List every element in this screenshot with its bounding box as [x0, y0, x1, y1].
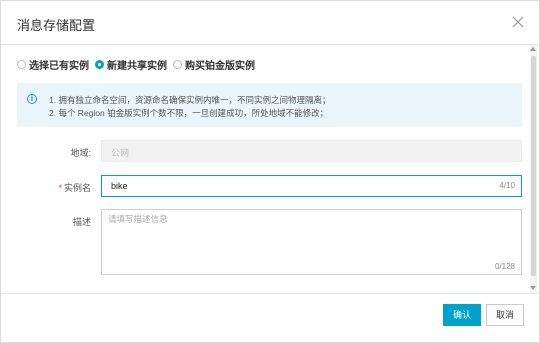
close-icon[interactable]	[511, 15, 525, 29]
radio-buy-platinum-instance[interactable]: 购买铂金版实例	[173, 57, 255, 72]
instance-name-label-text: 实例名	[63, 183, 91, 193]
dialog-title: 消息存储配置	[17, 18, 96, 33]
dialog-header: 消息存储配置	[1, 1, 539, 45]
instance-name-counter: 4/10	[499, 181, 515, 190]
radio-button[interactable]	[17, 59, 26, 69]
radio-button-checked[interactable]	[95, 59, 104, 69]
radio-existing-instance[interactable]: 选择已有实例	[17, 57, 89, 72]
instance-name-input[interactable]: bike 4/10	[101, 175, 522, 197]
info-icon: i	[27, 94, 37, 104]
description-placeholder: 请填写描述信息	[108, 214, 168, 224]
instance-type-radio-group: 选择已有实例 新建共享实例 购买铂金版实例	[17, 56, 261, 72]
message-storage-dialog: 消息存储配置 选择已有实例 新建共享实例 购买铂金版实例 i 1. 拥有独立命名…	[0, 0, 540, 343]
scroll-down-icon[interactable]	[530, 286, 536, 290]
description-label: 描述	[72, 217, 91, 227]
radio-button[interactable]	[173, 59, 182, 69]
radio-label: 新建共享实例	[107, 60, 167, 72]
region-field: 公网	[101, 140, 522, 162]
scrollbar-thumb[interactable]	[531, 56, 536, 276]
notice-line-2: 2. 每个 Region 铂金版实例个数不限，一旦创建成功，所处地域不能修改；	[49, 108, 329, 118]
confirm-button[interactable]: 确认	[443, 304, 481, 326]
radio-new-shared-instance[interactable]: 新建共享实例	[95, 57, 167, 72]
description-counter: 0/128	[494, 262, 515, 271]
scroll-up-icon[interactable]	[530, 47, 536, 51]
required-mark: *	[58, 183, 62, 193]
header-divider	[1, 44, 539, 45]
cancel-button[interactable]: 取消	[486, 304, 524, 326]
notice-line-1: 1. 拥有独立命名空间，资源命名确保实例内唯一，不同实例之间物理隔离；	[49, 95, 331, 105]
radio-label: 选择已有实例	[29, 60, 89, 72]
region-label: 地域:	[70, 148, 91, 158]
footer-divider	[1, 293, 539, 294]
instance-name-label: * 实例名	[31, 181, 91, 194]
radio-label: 购买铂金版实例	[185, 60, 255, 72]
instance-name-value[interactable]: bike	[111, 181, 128, 191]
info-notice: i 1. 拥有独立命名空间，资源命名确保实例内唯一，不同实例之间物理隔离； 2.…	[17, 83, 522, 127]
description-textarea[interactable]: 请填写描述信息 0/128	[101, 209, 522, 275]
